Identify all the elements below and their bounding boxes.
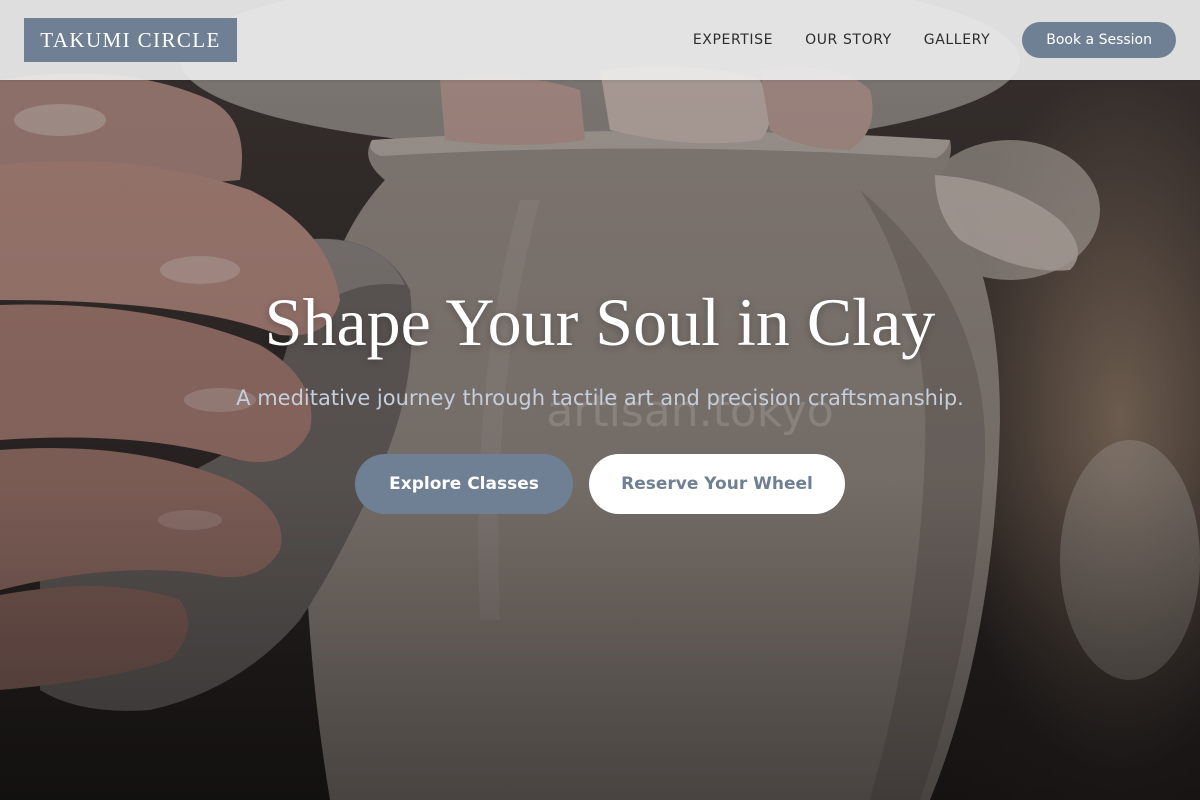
- nav-link-our-story[interactable]: OUR STORY: [805, 32, 892, 48]
- hero-title: Shape Your Soul in Clay: [264, 284, 936, 360]
- landing-page: TAKUMI CIRCLE EXPERTISE OUR STORY GALLER…: [0, 0, 1200, 800]
- nav-link-gallery[interactable]: GALLERY: [924, 32, 990, 48]
- hero-subtitle: A meditative journey through tactile art…: [236, 386, 964, 410]
- explore-classes-button[interactable]: Explore Classes: [355, 454, 573, 514]
- nav-link-expertise[interactable]: EXPERTISE: [693, 32, 773, 48]
- book-session-button[interactable]: Book a Session: [1022, 22, 1176, 58]
- hero-button-group: Explore Classes Reserve Your Wheel: [355, 454, 845, 514]
- main-nav: EXPERTISE OUR STORY GALLERY Book a Sessi…: [693, 22, 1176, 58]
- reserve-wheel-button[interactable]: Reserve Your Wheel: [589, 454, 845, 514]
- brand-logo[interactable]: TAKUMI CIRCLE: [24, 18, 237, 62]
- site-header: TAKUMI CIRCLE EXPERTISE OUR STORY GALLER…: [0, 0, 1200, 80]
